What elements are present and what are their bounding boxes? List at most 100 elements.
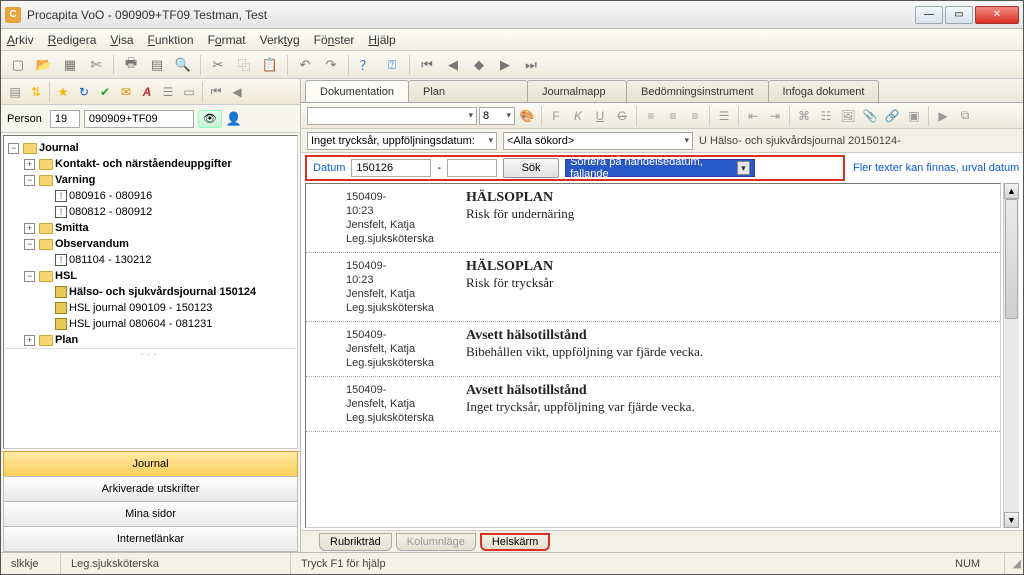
- tree-plan[interactable]: Plan: [55, 332, 78, 348]
- new-icon[interactable]: ▢: [7, 54, 29, 76]
- link-icon[interactable]: 🔗: [882, 106, 902, 126]
- resize-grip-icon[interactable]: ◢: [1005, 555, 1023, 572]
- sort-combo[interactable]: Sortera på händelsedatum, fallande▾: [565, 159, 755, 177]
- internetlankar-panel-button[interactable]: Internetlänkar: [3, 526, 298, 552]
- cut-icon[interactable]: ✄: [85, 54, 107, 76]
- image-icon[interactable]: 🖼: [838, 106, 858, 126]
- maximize-button[interactable]: ▭: [945, 6, 973, 24]
- view-person-button[interactable]: 👁: [198, 110, 222, 128]
- journal-entry[interactable]: 150409- 10:23 Jensfelt, Katja Leg.sjuksk…: [306, 184, 1000, 253]
- envelope-icon[interactable]: ✉: [116, 82, 136, 102]
- star-icon[interactable]: ★: [53, 82, 73, 102]
- align-center-icon[interactable]: ≡: [663, 106, 683, 126]
- journal-panel-button[interactable]: Journal: [3, 451, 298, 477]
- help-icon[interactable]: ？: [355, 54, 377, 76]
- tree-kontakt[interactable]: Kontakt- och närståendeuppgifter: [55, 156, 232, 172]
- print-icon[interactable]: 🖶: [120, 54, 142, 76]
- person-code-input[interactable]: [84, 110, 194, 128]
- stamp-icon[interactable]: ▣: [904, 106, 924, 126]
- menu-funktion[interactable]: Funktion: [148, 33, 194, 47]
- mina-sidor-panel-button[interactable]: Mina sidor: [3, 501, 298, 527]
- tab-kolumnlage[interactable]: Kolumnläge: [396, 533, 476, 551]
- tree-item[interactable]: HSL journal 090109 - 150123: [69, 300, 212, 316]
- undo-icon[interactable]: ↶: [294, 54, 316, 76]
- redo-icon[interactable]: ↷: [320, 54, 342, 76]
- font-size-combo[interactable]: 8▾: [479, 107, 515, 125]
- tab-helskarm[interactable]: Helskärm: [480, 533, 550, 551]
- collapse-icon[interactable]: −: [8, 143, 19, 154]
- sok-button[interactable]: Sök: [503, 158, 559, 178]
- vertical-scrollbar[interactable]: ▲ ▼: [1003, 183, 1019, 528]
- sokord-combo[interactable]: <Alla sökord>▾: [503, 132, 693, 150]
- last-icon[interactable]: ⏭: [520, 54, 542, 76]
- tree-item[interactable]: 080916 - 080916: [69, 188, 152, 204]
- tab-infoga[interactable]: Infoga dokument: [768, 80, 880, 102]
- more-texts-link[interactable]: Fler texter kan finnas, urval datum: [853, 162, 1019, 174]
- card-icon[interactable]: ▭: [179, 82, 199, 102]
- arkiverade-panel-button[interactable]: Arkiverade utskrifter: [3, 476, 298, 502]
- menu-fonster[interactable]: Fönster: [314, 33, 355, 47]
- tree-root[interactable]: Journal: [39, 140, 79, 156]
- play-icon[interactable]: ▶: [933, 106, 953, 126]
- collapse-icon[interactable]: −: [24, 239, 35, 250]
- sliders-icon[interactable]: ⇅: [26, 82, 46, 102]
- tab-rubriktrad[interactable]: Rubrikträd: [319, 533, 392, 551]
- align-left-icon[interactable]: ≡: [641, 106, 661, 126]
- back-icon[interactable]: ◀: [227, 82, 247, 102]
- phrase-icon[interactable]: ⌘: [794, 106, 814, 126]
- bold-icon[interactable]: F: [546, 106, 566, 126]
- close-button[interactable]: ✕: [975, 6, 1019, 24]
- align-right-icon[interactable]: ≡: [685, 106, 705, 126]
- toggle-icon[interactable]: ⧉: [955, 106, 975, 126]
- person-id-input[interactable]: [50, 110, 80, 128]
- marker-icon[interactable]: ◆: [468, 54, 490, 76]
- attach-icon[interactable]: 📎: [860, 106, 880, 126]
- date-to-input[interactable]: [447, 159, 497, 177]
- scroll-down-icon[interactable]: ▼: [1004, 512, 1019, 528]
- refresh-icon[interactable]: ↻: [74, 82, 94, 102]
- tree-item[interactable]: Hälso- och sjukvårdsjournal 150124: [69, 284, 256, 300]
- italic-icon[interactable]: K: [568, 106, 588, 126]
- bullets-icon[interactable]: ☰: [714, 106, 734, 126]
- list-icon[interactable]: ☰: [158, 82, 178, 102]
- date-from-input[interactable]: [351, 159, 431, 177]
- menu-verktyg[interactable]: Verktyg: [260, 33, 300, 47]
- tree-smitta[interactable]: Smitta: [55, 220, 89, 236]
- tree-item[interactable]: 081104 - 130212: [69, 252, 151, 268]
- next-icon[interactable]: ▶: [494, 54, 516, 76]
- expand-icon[interactable]: +: [24, 335, 35, 346]
- menu-hjalp[interactable]: Hjälp: [368, 33, 395, 47]
- indent-icon[interactable]: ⇥: [765, 106, 785, 126]
- paste-icon[interactable]: 📋: [259, 54, 281, 76]
- whatsthis-icon[interactable]: ⍰: [381, 54, 403, 76]
- entries-list[interactable]: 150409- 10:23 Jensfelt, Katja Leg.sjuksk…: [305, 183, 1001, 528]
- menu-visa[interactable]: Visa: [110, 33, 133, 47]
- tree-item[interactable]: HSL journal 080604 - 081231: [69, 316, 212, 332]
- signature-icon[interactable]: A: [137, 82, 157, 102]
- color-icon[interactable]: 🎨: [517, 106, 537, 126]
- doc-icon[interactable]: ▤: [5, 82, 25, 102]
- outdent-icon[interactable]: ⇤: [743, 106, 763, 126]
- tab-bedomning[interactable]: Bedömningsinstrument: [626, 80, 769, 102]
- expand-icon[interactable]: +: [24, 159, 35, 170]
- scroll-up-icon[interactable]: ▲: [1004, 183, 1019, 199]
- journal-entry[interactable]: 150409- 10:23 Jensfelt, Katja Leg.sjuksk…: [306, 253, 1000, 322]
- filter-combo[interactable]: Inget trycksår, uppföljningsdatum:▾: [307, 132, 497, 150]
- table-icon[interactable]: ☷: [816, 106, 836, 126]
- journal-entry[interactable]: 150409- Jensfelt, Katja Leg.sjukskötersk…: [306, 377, 1000, 432]
- tab-journalmapp[interactable]: Journalmapp: [527, 80, 627, 102]
- cut2-icon[interactable]: ✂: [207, 54, 229, 76]
- expand-icon[interactable]: +: [24, 223, 35, 234]
- preview-icon[interactable]: 🔍: [172, 54, 194, 76]
- journal-entry[interactable]: 150409- Jensfelt, Katja Leg.sjukskötersk…: [306, 322, 1000, 377]
- tree-resize-grip[interactable]: ∙∙∙: [6, 348, 295, 358]
- minimize-button[interactable]: —: [915, 6, 943, 24]
- prev-person-icon[interactable]: ⏮: [206, 82, 226, 102]
- first-icon[interactable]: ⏮: [416, 54, 438, 76]
- collapse-icon[interactable]: −: [24, 175, 35, 186]
- open-icon[interactable]: 📂: [33, 54, 55, 76]
- tree-varning[interactable]: Varning: [55, 172, 95, 188]
- tree-observandum[interactable]: Observandum: [55, 236, 129, 252]
- check-icon[interactable]: ✔: [95, 82, 115, 102]
- tab-plan[interactable]: Plan: [408, 80, 528, 102]
